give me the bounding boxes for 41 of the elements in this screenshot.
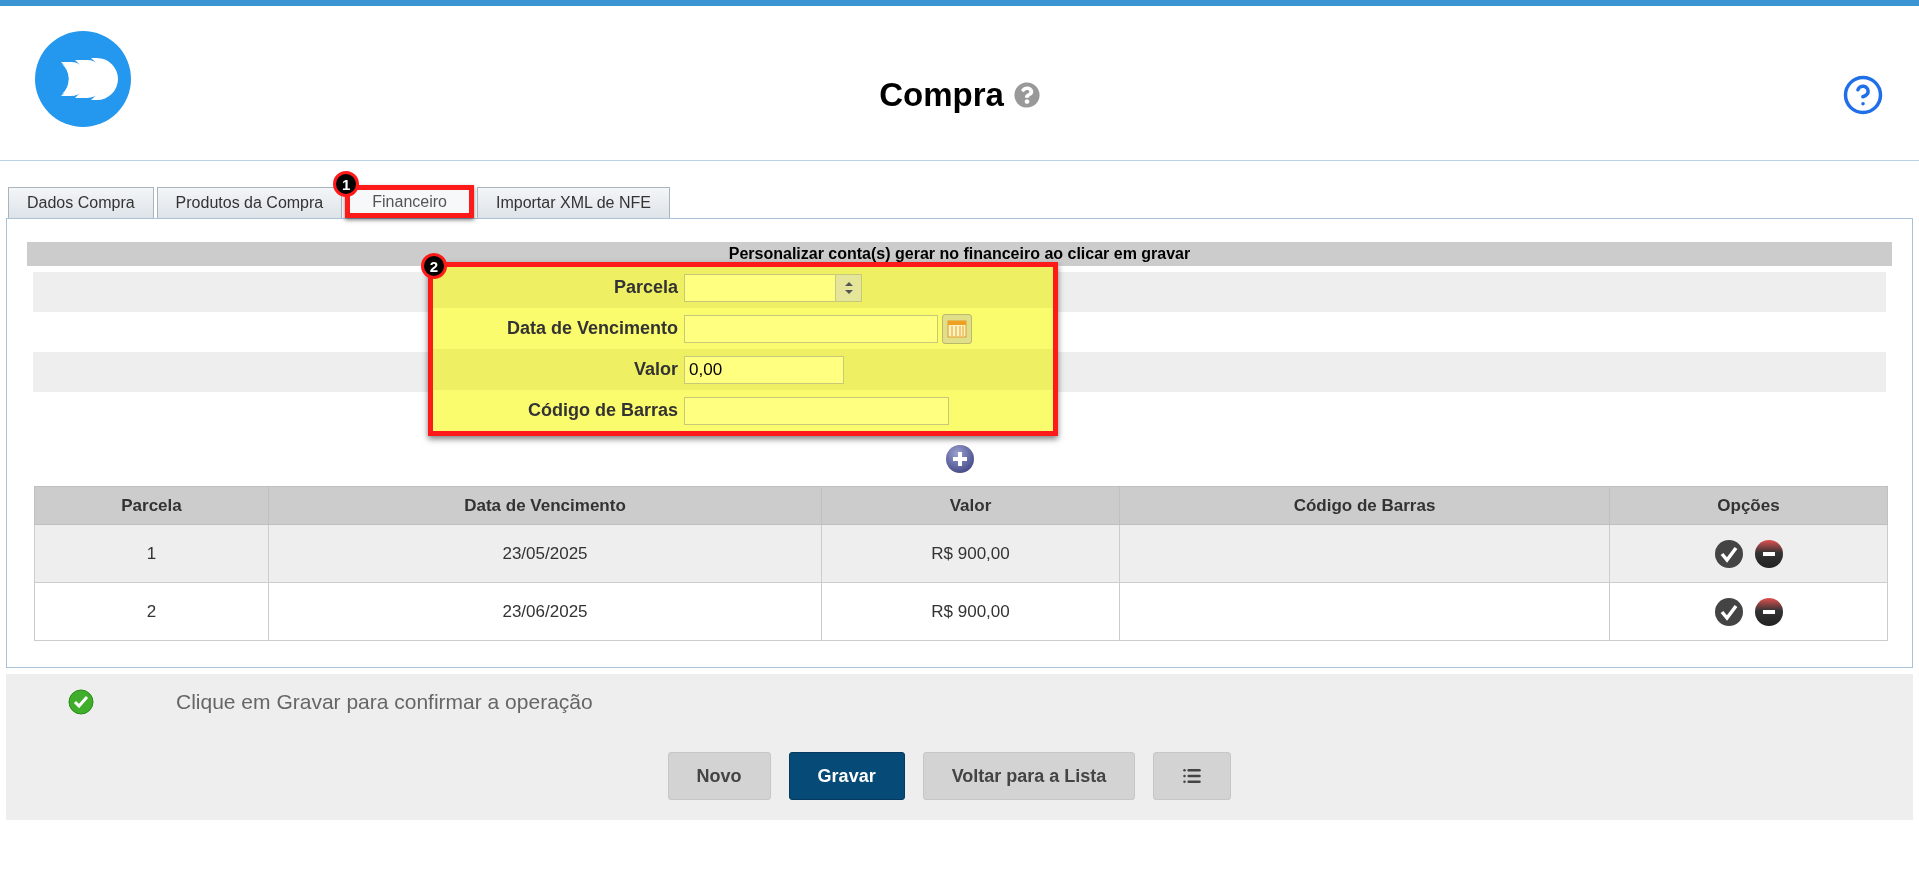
list-icon — [1182, 766, 1203, 786]
action-button[interactable]: Novo — [667, 752, 771, 800]
success-icon — [68, 689, 94, 715]
page-title: Compra — [879, 75, 1004, 116]
check-icon[interactable] — [1713, 596, 1744, 627]
field-label: Data de Vencimento — [505, 317, 678, 340]
annotation-number: 1 — [333, 171, 360, 197]
table-cell: R$ 900,00 — [821, 582, 1120, 641]
table-cell: 2 — [34, 582, 269, 641]
column-header: Valor — [821, 486, 1120, 525]
action-button[interactable]: Gravar — [788, 752, 905, 800]
logo-icon[interactable] — [35, 31, 131, 127]
column-header: Opções — [1609, 486, 1888, 525]
date-field[interactable] — [684, 314, 938, 343]
column-header: Parcela — [34, 486, 269, 525]
table-cell: 23/05/2025 — [268, 524, 822, 583]
field-label: Parcela — [612, 276, 678, 299]
tab[interactable]: Produtos da Compra — [156, 187, 343, 218]
barcode-field[interactable] — [684, 396, 949, 425]
tab[interactable]: Importar XML de NFE — [476, 187, 670, 218]
help-icon[interactable] — [1013, 82, 1040, 108]
action-button[interactable]: Voltar para a Lista — [922, 752, 1136, 800]
table-cell: 1 — [34, 524, 269, 583]
calendar-icon — [947, 319, 967, 338]
status-message: Clique em Gravar para confirmar a operação — [176, 689, 593, 716]
help-icon[interactable] — [1842, 74, 1884, 116]
field-label: Valor — [632, 358, 678, 381]
add-icon[interactable] — [944, 444, 975, 474]
list-button[interactable] — [1153, 752, 1232, 800]
remove-icon[interactable] — [1753, 538, 1784, 569]
column-header: Data de Vencimento — [268, 486, 822, 525]
check-icon[interactable] — [1713, 538, 1744, 569]
field-label: Código de Barras — [526, 399, 678, 422]
table-cell: 23/06/2025 — [268, 582, 822, 641]
tab[interactable]: Dados Compra — [8, 187, 154, 218]
number-field[interactable] — [684, 273, 862, 302]
spinner-arrows-icon[interactable] — [835, 274, 861, 301]
column-header: Código de Barras — [1119, 486, 1610, 525]
table-cell: R$ 900,00 — [821, 524, 1120, 583]
remove-icon[interactable] — [1753, 596, 1784, 627]
value-field[interactable]: 0,00 — [684, 355, 844, 384]
